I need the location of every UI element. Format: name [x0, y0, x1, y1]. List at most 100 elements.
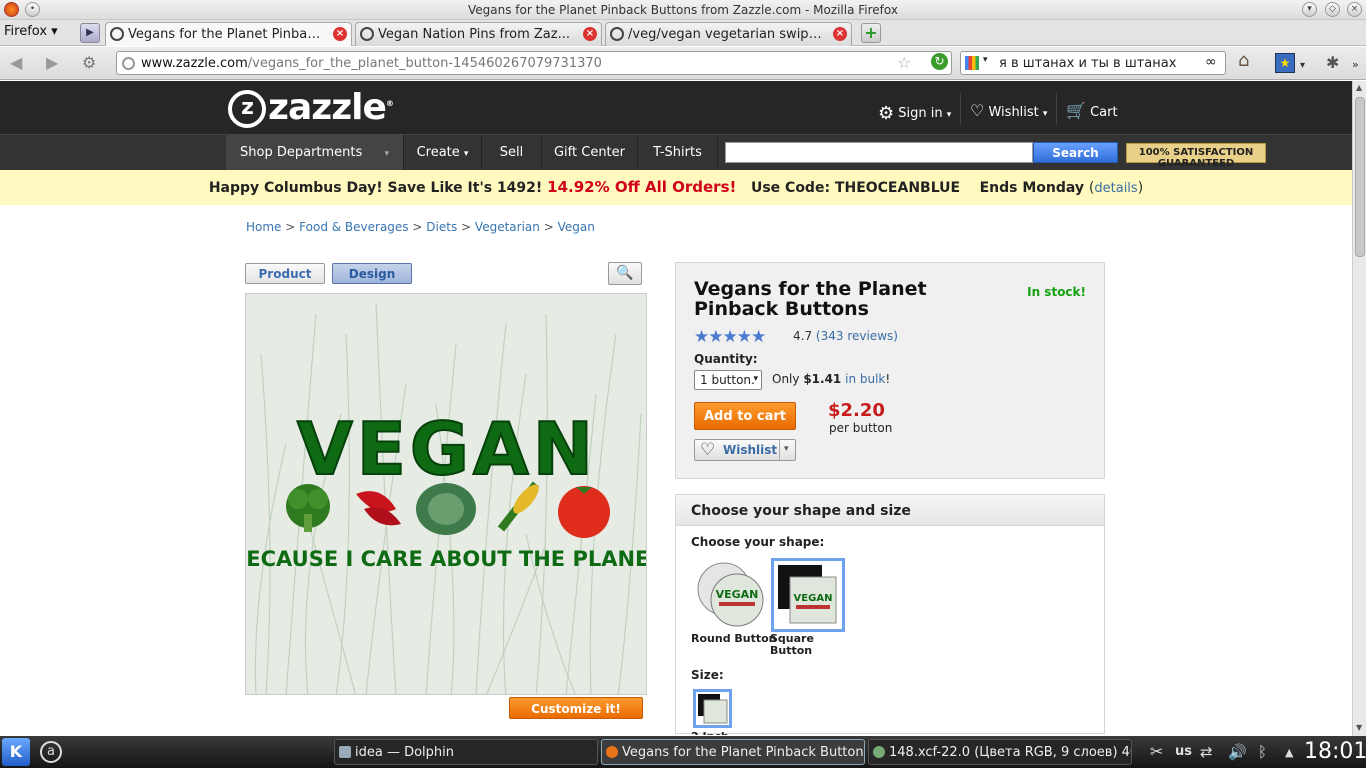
breadcrumb-diets[interactable]: Diets: [426, 220, 457, 234]
navigation-bar: ◀ ▶ ⚙ www.zazzle.com/vegans_for_the_plan…: [0, 47, 1366, 80]
firefox-menu-button[interactable]: Firefox ▾: [4, 24, 58, 39]
chevron-down-icon[interactable]: ▾: [1300, 58, 1305, 74]
cart-link[interactable]: 🛒 Cart: [1066, 101, 1118, 120]
window-title: Vegans for the Planet Pinback Buttons fr…: [468, 3, 898, 17]
create-menu[interactable]: Create ▾: [404, 135, 482, 170]
design-artwork: VEGAN BECAUSE I CARE ABOUT THE PLANET: [246, 303, 647, 694]
square-button-label[interactable]: Square Button: [770, 633, 830, 657]
tab-veg-swipe[interactable]: /veg/vegan vegetarian swipe... ×: [605, 22, 852, 46]
task-gimp[interactable]: 148.xcf-22.0 (Цвета RGB, 9 слоев) 40: [868, 739, 1132, 765]
quantity-label: Quantity:: [694, 352, 758, 366]
maximize-button[interactable]: ◇: [1325, 2, 1340, 17]
tab-vegan-nation[interactable]: Vegan Nation Pins from Zaz... ×: [355, 22, 602, 46]
zazzle-favicon-icon: [110, 27, 124, 41]
breadcrumb-food[interactable]: Food & Beverages: [299, 220, 408, 234]
design-view-button[interactable]: Design: [332, 263, 412, 284]
heart-icon: ♡: [700, 440, 716, 460]
kde-menu-icon[interactable]: K: [2, 738, 30, 766]
activities-icon[interactable]: a: [40, 741, 62, 763]
bluetooth-icon[interactable]: ᛒ: [1258, 743, 1267, 761]
add-to-cart-button[interactable]: Add to cart: [694, 402, 796, 430]
size-thumbnail: [698, 694, 728, 724]
close-tab-icon[interactable]: ×: [333, 27, 347, 41]
home-icon[interactable]: ⌂: [1238, 52, 1249, 70]
t-shirts-link[interactable]: T-Shirts: [638, 135, 718, 170]
bookmark-star-icon[interactable]: ☆: [897, 53, 911, 72]
divider: [779, 440, 780, 460]
site-search-input[interactable]: [725, 142, 1033, 163]
round-button-label[interactable]: Round Button: [691, 633, 777, 645]
shop-departments-menu[interactable]: Shop Departments ▾: [226, 135, 404, 170]
search-engine-box[interactable]: ▾ я в штанах и ты в штанах ∞: [960, 51, 1226, 75]
wishlist-button[interactable]: ♡ Wishlist ▾: [694, 439, 796, 461]
search-button[interactable]: Search: [1033, 142, 1118, 163]
size-2-inch-option[interactable]: [693, 689, 732, 728]
page-scrollbar[interactable]: ▲ ▼: [1352, 81, 1366, 736]
task-firefox[interactable]: Vegans for the Planet Pinback Buttons f: [601, 739, 865, 765]
volume-icon[interactable]: 🔊: [1228, 743, 1247, 761]
quantity-select[interactable]: 1 button. ▾: [694, 370, 762, 390]
minimize-button[interactable]: ▾: [1302, 2, 1317, 17]
rating-stars-icon[interactable]: ★★★★★: [694, 327, 766, 347]
zazzle-logo[interactable]: z zazzle®: [228, 87, 394, 128]
breadcrumb-home[interactable]: Home: [246, 220, 281, 234]
addon-icon[interactable]: ✱: [1326, 55, 1339, 71]
binoculars-icon[interactable]: ∞: [1205, 54, 1217, 70]
sell-link[interactable]: Sell: [482, 135, 542, 170]
tab-bar: Firefox ▾ ▶ Vegans for the Planet Pinbac…: [0, 20, 1366, 46]
chevron-down-icon: ▾: [983, 55, 988, 65]
bulk-link[interactable]: in bulk: [845, 372, 885, 386]
folder-icon: [339, 746, 351, 758]
close-window-button[interactable]: ×: [1347, 2, 1362, 17]
category-bar: Shop Departments ▾ Create ▾ Sell Gift Ce…: [0, 134, 1352, 170]
url-bar[interactable]: www.zazzle.com/vegans_for_the_planet_but…: [116, 51, 952, 75]
keyboard-layout-indicator[interactable]: us: [1175, 744, 1192, 759]
zazzle-favicon-icon: [360, 27, 374, 41]
scroll-down-icon[interactable]: ▼: [1356, 723, 1362, 732]
back-icon[interactable]: ◀: [10, 55, 22, 71]
chevron-down-icon: ▾: [753, 374, 758, 384]
vegan-headline: VEGAN: [297, 407, 597, 491]
scroll-up-icon[interactable]: ▲: [1356, 83, 1362, 92]
details-link[interactable]: details: [1094, 181, 1137, 196]
sign-in-link[interactable]: ⚙ Sign in ▾: [878, 101, 951, 124]
breadcrumb-vegan[interactable]: Vegan: [558, 220, 595, 234]
price: $2.20: [828, 400, 885, 421]
network-icon[interactable]: ⇄: [1200, 743, 1213, 761]
shape-label: Choose your shape:: [691, 535, 825, 549]
product-image[interactable]: VEGAN BECAUSE I CARE ABOUT THE PLANET: [245, 293, 647, 695]
clock[interactable]: 18:01: [1304, 739, 1366, 764]
tray-expand-icon[interactable]: ▲: [1285, 746, 1293, 759]
task-dolphin[interactable]: idea — Dolphin: [334, 739, 598, 765]
divider: [960, 93, 961, 125]
reviews-link[interactable]: (343 reviews): [816, 329, 898, 343]
square-button-thumbnail: VEGAN: [778, 565, 837, 624]
gift-center-link[interactable]: Gift Center: [542, 135, 638, 170]
system-taskbar: K a idea — Dolphin Vegans for the Planet…: [0, 736, 1366, 768]
breadcrumb-vegetarian[interactable]: Vegetarian: [475, 220, 540, 234]
heart-icon: ♡: [970, 101, 985, 120]
tab-vegans-planet[interactable]: Vegans for the Planet Pinbac... ×: [105, 22, 352, 46]
close-tab-icon[interactable]: ×: [833, 27, 847, 41]
product-view-button[interactable]: Product: [245, 263, 325, 284]
wishlist-link[interactable]: ♡ Wishlist ▾: [970, 101, 1047, 120]
customize-button[interactable]: Customize it!: [509, 697, 643, 719]
tab-list-icon[interactable]: ▶: [80, 23, 100, 43]
cart-icon: 🛒: [1066, 101, 1086, 120]
design-tagline: BECAUSE I CARE ABOUT THE PLANET: [246, 547, 647, 571]
forward-icon[interactable]: ▶: [46, 55, 58, 71]
close-tab-icon[interactable]: ×: [583, 27, 597, 41]
history-icon[interactable]: ⚙: [82, 55, 96, 71]
google-icon[interactable]: [965, 56, 979, 70]
round-button-thumbnail: VEGAN: [697, 562, 764, 627]
bookmarks-icon[interactable]: ★: [1275, 53, 1295, 73]
round-button-option[interactable]: VEGAN: [693, 558, 767, 632]
overflow-chevron-icon[interactable]: »: [1352, 57, 1359, 73]
new-tab-icon[interactable]: +: [861, 23, 881, 43]
chevron-down-icon[interactable]: ▾: [784, 444, 789, 454]
zoom-button[interactable]: 🔍: [608, 262, 642, 285]
reload-icon[interactable]: ↻: [931, 53, 948, 70]
scissors-icon[interactable]: ✂: [1150, 742, 1163, 761]
scrollbar-thumb[interactable]: [1355, 97, 1365, 257]
square-button-option[interactable]: VEGAN: [771, 558, 845, 632]
